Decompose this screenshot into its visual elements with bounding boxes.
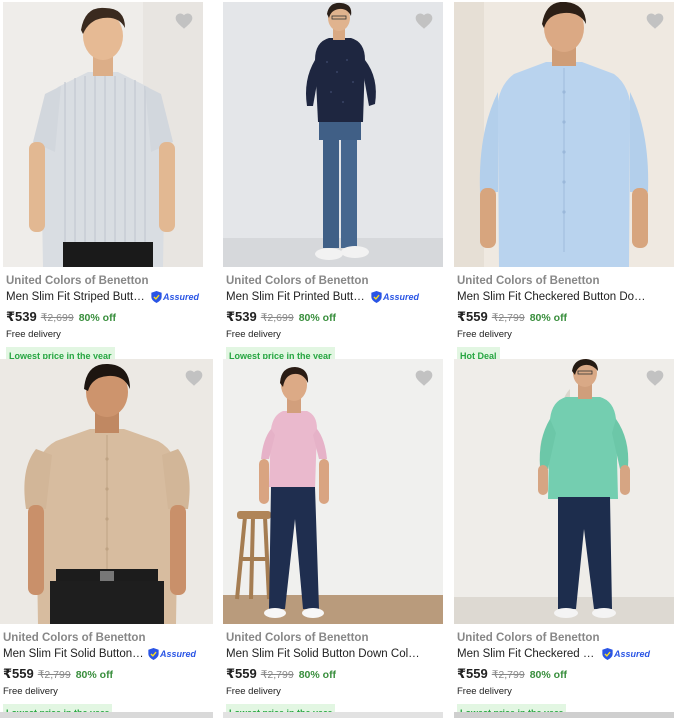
product-image[interactable] bbox=[3, 2, 203, 267]
delivery-info: Free delivery bbox=[226, 329, 281, 340]
discount-percent: 80% off bbox=[529, 669, 568, 681]
assured-label: Assured bbox=[160, 649, 197, 659]
brand-name: United Colors of Benetton bbox=[226, 275, 369, 287]
selling-price: ₹539 bbox=[226, 309, 257, 324]
brand-name: United Colors of Benetton bbox=[457, 275, 600, 287]
assured-badge: Assured bbox=[371, 291, 419, 303]
discount-percent: 80% off bbox=[529, 312, 568, 324]
price-row: ₹559 ₹2,799 80% off bbox=[457, 666, 676, 682]
discount-percent: 80% off bbox=[298, 669, 337, 681]
product-title-link[interactable]: Men Slim Fit Printed Button Dow... bbox=[226, 289, 368, 305]
original-price: ₹2,799 bbox=[260, 669, 294, 681]
delivery-info: Free delivery bbox=[457, 686, 512, 697]
product-title-link[interactable]: Men Slim Fit Solid Button Down Collar Ca… bbox=[226, 646, 422, 662]
delivery-info: Free delivery bbox=[457, 329, 512, 340]
selling-price: ₹539 bbox=[6, 309, 37, 324]
product-photo bbox=[223, 2, 443, 267]
product-photo bbox=[454, 2, 674, 267]
original-price: ₹2,699 bbox=[40, 312, 74, 324]
title-row: Men Slim Fit Printed Button Dow... Assur… bbox=[226, 289, 445, 305]
delivery-info: Free delivery bbox=[226, 686, 281, 697]
wishlist-heart-icon[interactable] bbox=[645, 368, 665, 388]
delivery-info: Free delivery bbox=[3, 686, 58, 697]
product-title-link[interactable]: Men Slim Fit Solid Button Down ... bbox=[3, 646, 145, 662]
wishlist-heart-icon[interactable] bbox=[414, 11, 434, 31]
title-row: Men Slim Fit Checkered Button Down Colla… bbox=[457, 289, 676, 305]
brand-name: United Colors of Benetton bbox=[6, 275, 149, 287]
assured-shield-icon bbox=[371, 291, 382, 303]
title-row: Men Slim Fit Checkered Button ... Assure… bbox=[457, 646, 676, 662]
discount-percent: 80% off bbox=[78, 312, 117, 324]
original-price: ₹2,799 bbox=[491, 669, 525, 681]
product-card[interactable]: United Colors of Benetton Men Slim Fit S… bbox=[0, 359, 222, 718]
assured-badge: Assured bbox=[148, 648, 196, 660]
delivery-info: Free delivery bbox=[6, 329, 61, 340]
selling-price: ₹559 bbox=[457, 666, 488, 681]
product-card[interactable]: United Colors of Benetton Men Slim Fit P… bbox=[223, 2, 445, 366]
wishlist-heart-icon[interactable] bbox=[414, 368, 434, 388]
assured-shield-icon bbox=[148, 648, 159, 660]
next-row-image-edge bbox=[454, 712, 674, 718]
product-info: United Colors of Benetton Men Slim Fit S… bbox=[0, 631, 222, 718]
product-title-link[interactable]: Men Slim Fit Striped Button Dow... bbox=[6, 289, 148, 305]
original-price: ₹2,699 bbox=[260, 312, 294, 324]
assured-label: Assured bbox=[614, 649, 651, 659]
assured-shield-icon bbox=[602, 648, 613, 660]
price-row: ₹559 ₹2,799 80% off bbox=[457, 309, 676, 325]
product-info: United Colors of Benetton Men Slim Fit S… bbox=[223, 631, 445, 718]
product-image[interactable] bbox=[454, 359, 674, 624]
wishlist-heart-icon[interactable] bbox=[174, 11, 194, 31]
original-price: ₹2,799 bbox=[37, 669, 71, 681]
product-photo bbox=[454, 359, 674, 624]
assured-badge: Assured bbox=[151, 291, 199, 303]
product-info: United Colors of Benetton Men Slim Fit S… bbox=[3, 274, 225, 366]
product-info: United Colors of Benetton Men Slim Fit C… bbox=[454, 631, 676, 718]
title-row: Men Slim Fit Striped Button Dow... Assur… bbox=[6, 289, 225, 305]
discount-percent: 80% off bbox=[298, 312, 337, 324]
assured-label: Assured bbox=[163, 292, 200, 302]
product-image[interactable] bbox=[223, 359, 443, 624]
title-row: Men Slim Fit Solid Button Down Collar Ca… bbox=[226, 646, 445, 662]
product-card[interactable]: United Colors of Benetton Men Slim Fit S… bbox=[3, 2, 225, 366]
product-title-link[interactable]: Men Slim Fit Checkered Button Down Colla… bbox=[457, 289, 653, 305]
price-row: ₹539 ₹2,699 80% off bbox=[226, 309, 445, 325]
product-card[interactable]: United Colors of Benetton Men Slim Fit C… bbox=[454, 359, 676, 718]
selling-price: ₹559 bbox=[226, 666, 257, 681]
product-title-link[interactable]: Men Slim Fit Checkered Button ... bbox=[457, 646, 599, 662]
product-photo bbox=[223, 359, 443, 624]
original-price: ₹2,799 bbox=[491, 312, 525, 324]
next-row-image-edge bbox=[223, 712, 443, 718]
price-row: ₹539 ₹2,699 80% off bbox=[6, 309, 225, 325]
discount-percent: 80% off bbox=[75, 669, 114, 681]
brand-name: United Colors of Benetton bbox=[3, 632, 146, 644]
product-image[interactable] bbox=[223, 2, 443, 267]
product-info: United Colors of Benetton Men Slim Fit P… bbox=[223, 274, 445, 366]
wishlist-heart-icon[interactable] bbox=[645, 11, 665, 31]
assured-badge: Assured bbox=[602, 648, 650, 660]
product-card[interactable]: United Colors of Benetton Men Slim Fit C… bbox=[454, 2, 676, 366]
brand-name: United Colors of Benetton bbox=[457, 632, 600, 644]
product-image[interactable] bbox=[454, 2, 674, 267]
brand-name: United Colors of Benetton bbox=[226, 632, 369, 644]
title-row: Men Slim Fit Solid Button Down ... Assur… bbox=[3, 646, 222, 662]
product-info: United Colors of Benetton Men Slim Fit C… bbox=[454, 274, 676, 366]
price-row: ₹559 ₹2,799 80% off bbox=[226, 666, 445, 682]
price-row: ₹559 ₹2,799 80% off bbox=[3, 666, 222, 682]
selling-price: ₹559 bbox=[3, 666, 34, 681]
product-image[interactable] bbox=[0, 359, 213, 624]
assured-shield-icon bbox=[151, 291, 162, 303]
wishlist-heart-icon[interactable] bbox=[184, 368, 204, 388]
product-photo bbox=[0, 359, 213, 624]
product-card[interactable]: United Colors of Benetton Men Slim Fit S… bbox=[223, 359, 445, 718]
assured-label: Assured bbox=[383, 292, 420, 302]
product-photo bbox=[3, 2, 203, 267]
next-row-image-edge bbox=[0, 712, 213, 718]
selling-price: ₹559 bbox=[457, 309, 488, 324]
